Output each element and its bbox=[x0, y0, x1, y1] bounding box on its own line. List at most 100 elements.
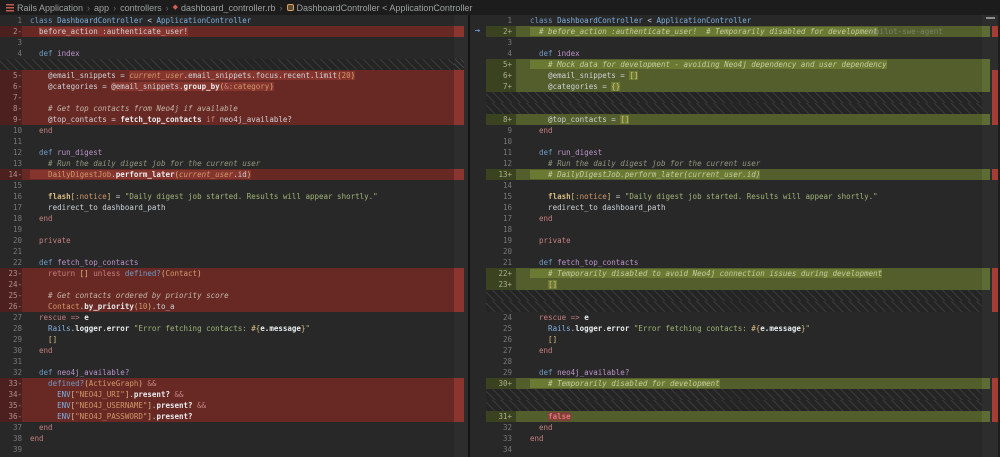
copy-change-arrow-icon[interactable]: → bbox=[471, 26, 484, 37]
left-line-11[interactable]: 11 bbox=[0, 136, 454, 147]
right-line-filler-34[interactable] bbox=[486, 389, 982, 400]
right-line-18[interactable]: 18 bbox=[486, 224, 982, 235]
right-line-27[interactable]: 27 end bbox=[486, 345, 982, 356]
right-line-6[interactable]: 6+ @email_snippets = [] bbox=[486, 70, 982, 81]
right-line-19[interactable]: 19 private bbox=[486, 235, 982, 246]
left-line-33[interactable]: 33- defined?(ActiveGraph) && bbox=[0, 378, 454, 389]
left-line-39[interactable]: 39 bbox=[0, 444, 454, 455]
code-token: "Error fetching contacts: bbox=[633, 324, 752, 333]
right-line-25[interactable]: 25 Rails.logger.error "Error fetching co… bbox=[486, 323, 982, 334]
right-line-3[interactable]: 3 bbox=[486, 37, 982, 48]
modified-minimap[interactable] bbox=[982, 15, 998, 457]
right-line-24[interactable]: 24 rescue => e bbox=[486, 312, 982, 323]
right-line-32[interactable]: 32 end bbox=[486, 422, 982, 433]
left-line-30[interactable]: 30 end bbox=[0, 345, 454, 356]
left-line-13[interactable]: 13 # Run the daily digest job for the cu… bbox=[0, 158, 454, 169]
right-line-29[interactable]: 29 def neo4j_available? bbox=[486, 367, 982, 378]
left-line-4[interactable]: 4 def index bbox=[0, 48, 454, 59]
left-line-29[interactable]: 29 [] bbox=[0, 334, 454, 345]
right-line-17[interactable]: 17 end bbox=[486, 213, 982, 224]
left-line-filler-4[interactable] bbox=[0, 59, 454, 70]
left-line-8[interactable]: 8- # Get top contacts from Neo4j if avai… bbox=[0, 103, 454, 114]
right-line-filler-8[interactable] bbox=[486, 103, 982, 114]
left-line-19[interactable]: 19 bbox=[0, 224, 454, 235]
right-line-23[interactable]: 23+ [] bbox=[486, 279, 982, 290]
right-line-21[interactable]: 21 def fetch_top_contacts bbox=[486, 257, 982, 268]
left-line-26[interactable]: 26- Contact.by_priority(10).to_a bbox=[0, 301, 454, 312]
left-line-25[interactable]: 25- # Get contacts ordered by priority s… bbox=[0, 290, 454, 301]
original-minimap[interactable] bbox=[454, 15, 468, 457]
right-line-14[interactable]: 14 bbox=[486, 180, 982, 191]
left-line-38[interactable]: 38 end bbox=[0, 433, 454, 444]
code-token: class bbox=[530, 16, 558, 25]
left-line-6[interactable]: 6- @categories = @email_snippets.group_b… bbox=[0, 81, 454, 92]
right-line-10[interactable]: 10 bbox=[486, 136, 982, 147]
left-line-27[interactable]: 27 rescue => e bbox=[0, 312, 454, 323]
left-line-18[interactable]: 18 end bbox=[0, 213, 454, 224]
right-line-20[interactable]: 20 bbox=[486, 246, 982, 257]
left-line-9[interactable]: 9- @top_contacts = fetch_top_contacts if… bbox=[0, 114, 454, 125]
left-line-23[interactable]: 23- return [] unless defined?(Contact) bbox=[0, 268, 454, 279]
right-line-filler-35[interactable] bbox=[486, 400, 982, 411]
left-line-22[interactable]: 22 def fetch_top_contacts bbox=[0, 257, 454, 268]
left-line-24[interactable]: 24- bbox=[0, 279, 454, 290]
right-line-16[interactable]: 16 redirect_to dashboard_path bbox=[486, 202, 982, 213]
left-line-2[interactable]: 2- before_action :authenticate_user! bbox=[0, 26, 454, 37]
left-line-34[interactable]: 34- ENV["NEO4J_URI"].present? && bbox=[0, 389, 454, 400]
left-line-28[interactable]: 28 Rails.logger.error "Error fetching co… bbox=[0, 323, 454, 334]
right-line-11[interactable]: 11 def run_digest bbox=[486, 147, 982, 158]
class-symbol-icon bbox=[286, 4, 294, 11]
left-line-5[interactable]: 5- @email_snippets = current_user.email_… bbox=[0, 70, 454, 81]
right-line-26[interactable]: 26 [] bbox=[486, 334, 982, 345]
breadcrumb-item-symbol[interactable]: DashboardController < ApplicationControl… bbox=[286, 3, 472, 13]
right-line-filler-25[interactable] bbox=[486, 290, 982, 301]
right-line-22[interactable]: 22+ # Temporarily disabled to avoid Neo4… bbox=[486, 268, 982, 279]
breadcrumb-item-controllers[interactable]: controllers bbox=[120, 3, 162, 13]
left-line-15[interactable]: 15 bbox=[0, 180, 454, 191]
left-line-12[interactable]: 12 def run_digest bbox=[0, 147, 454, 158]
breadcrumb-item-file[interactable]: ◆ dashboard_controller.rb bbox=[173, 3, 276, 13]
right-line-7[interactable]: 7+ @categories = {} bbox=[486, 81, 982, 92]
left-line-3[interactable]: 3 bbox=[0, 37, 454, 48]
right-line-5[interactable]: 5+ # Mock data for development - avoidin… bbox=[486, 59, 982, 70]
left-line-32[interactable]: 32 def neo4j_available? bbox=[0, 367, 454, 378]
left-line-35[interactable]: 35- ENV["NEO4J_USERNAME"].present? && bbox=[0, 400, 454, 411]
left-line-16[interactable]: 16 flash[:notice] = "Daily digest job st… bbox=[0, 191, 454, 202]
left-line-36[interactable]: 36- ENV["NEO4J_PASSWORD"].present? bbox=[0, 411, 454, 422]
right-line-28[interactable]: 28 bbox=[486, 356, 982, 367]
right-line-31[interactable]: 31+ false bbox=[486, 411, 982, 422]
right-line-filler-7[interactable] bbox=[486, 92, 982, 103]
right-line-13[interactable]: 13+ # DailyDigestJob.perform_later(curre… bbox=[486, 169, 982, 180]
breadcrumb-item-project[interactable]: Rails Application bbox=[6, 3, 83, 13]
left-line-21[interactable]: 21 bbox=[0, 246, 454, 257]
left-line-14[interactable]: 14- DailyDigestJob.perform_later(current… bbox=[0, 169, 454, 180]
right-line-15[interactable]: 15 flash[:notice] = "Daily digest job st… bbox=[486, 191, 982, 202]
left-line-37[interactable]: 37 end bbox=[0, 422, 454, 433]
right-line-9[interactable]: 9 end bbox=[486, 125, 982, 136]
right-line-33[interactable]: 33 end bbox=[486, 433, 982, 444]
line-number: 1 bbox=[17, 16, 22, 25]
left-line-17[interactable]: 17 redirect_to dashboard_path bbox=[0, 202, 454, 213]
code-token: # Get top contacts from Neo4j if availab… bbox=[30, 104, 238, 113]
right-line-filler-26[interactable] bbox=[486, 301, 982, 312]
right-line-34[interactable]: 34 bbox=[486, 444, 982, 455]
left-line-20[interactable]: 20 private bbox=[0, 235, 454, 246]
right-line-1[interactable]: 1 class DashboardController < Application… bbox=[486, 15, 982, 26]
left-line-31[interactable]: 31 bbox=[0, 356, 454, 367]
code-token: run_digest bbox=[557, 148, 603, 157]
code-token: private bbox=[30, 236, 71, 245]
code-token: .to_a bbox=[151, 302, 175, 311]
breadcrumb-item-app[interactable]: app bbox=[94, 3, 109, 13]
right-line-30[interactable]: 30+ # Temporarily disabled for developme… bbox=[486, 378, 982, 389]
minimap-slider[interactable] bbox=[986, 17, 995, 19]
line-number: 12 bbox=[12, 148, 22, 157]
left-line-10[interactable]: 10 end bbox=[0, 125, 454, 136]
left-line-1[interactable]: 1 class DashboardController < Application… bbox=[0, 15, 454, 26]
code-token: [] bbox=[620, 115, 630, 124]
right-line-8[interactable]: 8+ @top_contacts = [] bbox=[486, 114, 982, 125]
code-token: defined? bbox=[30, 379, 85, 388]
right-line-2[interactable]: 2+ # before_action :authenticate_user! #… bbox=[486, 26, 982, 37]
right-line-4[interactable]: 4 def index bbox=[486, 48, 982, 59]
left-line-7[interactable]: 7- bbox=[0, 92, 454, 103]
right-line-12[interactable]: 12 # Run the daily digest job for the cu… bbox=[486, 158, 982, 169]
